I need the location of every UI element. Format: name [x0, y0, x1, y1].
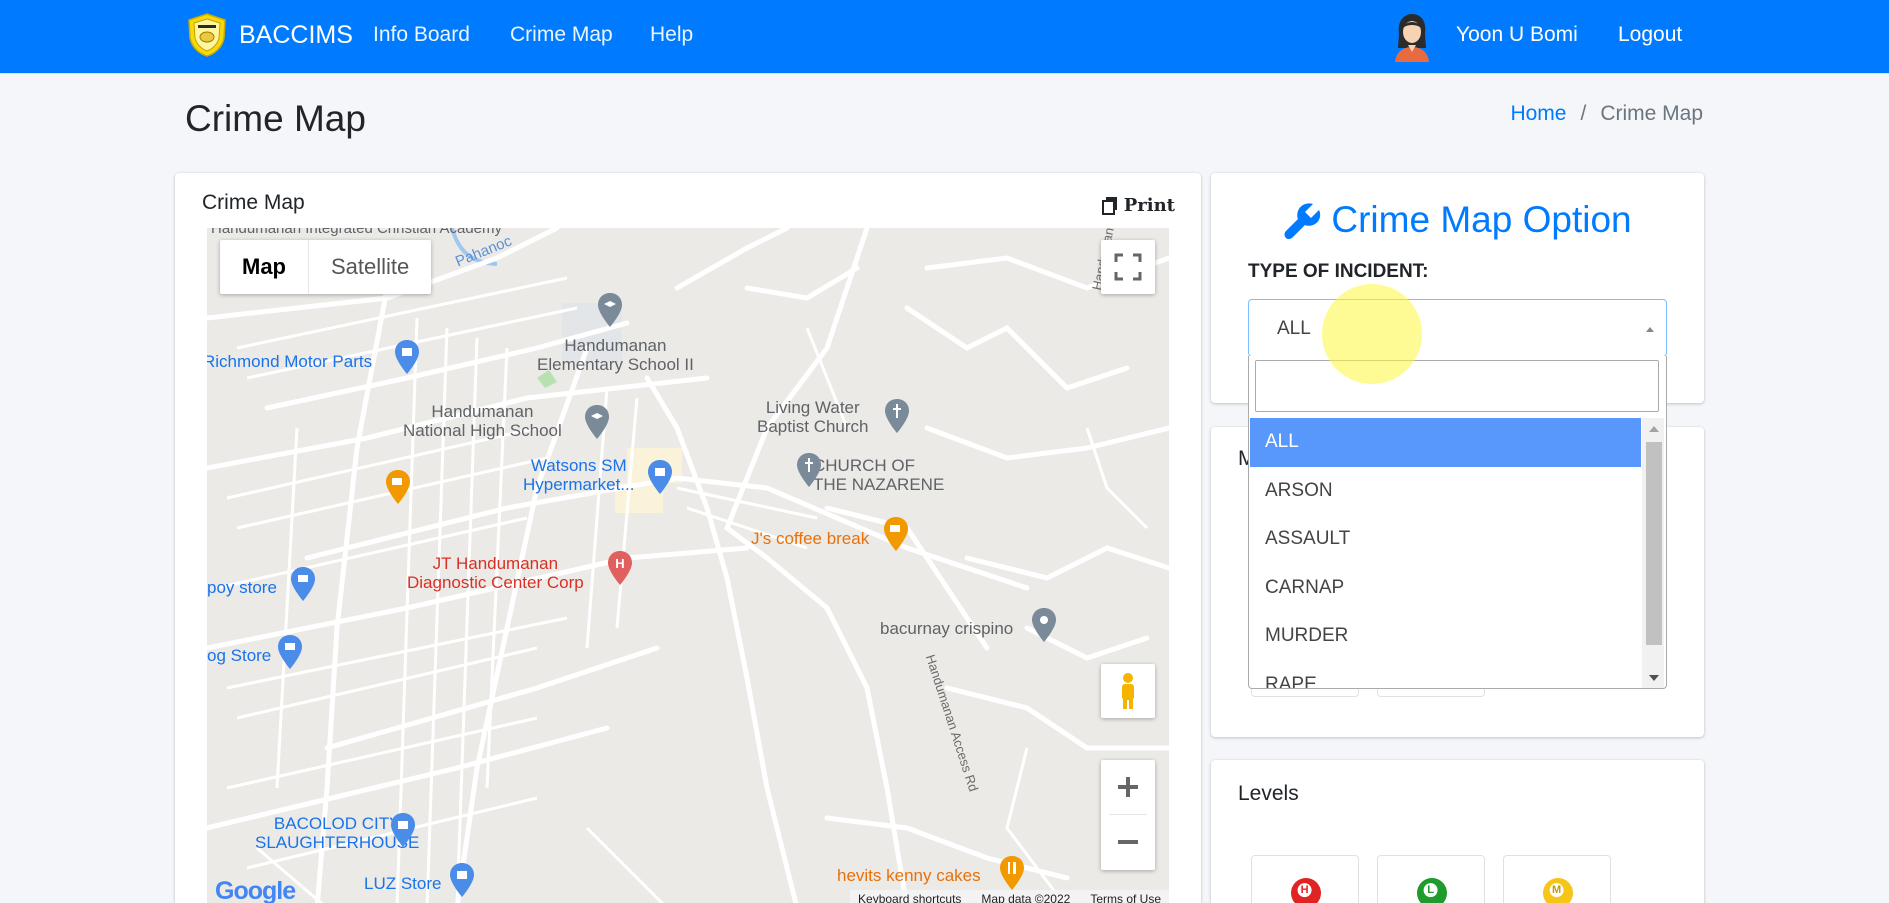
map-label-national[interactable]: Handumanan National High School	[403, 402, 562, 440]
map-roads	[207, 228, 1169, 903]
map-label-watsons[interactable]: Watsons SM Hypermarket...	[523, 456, 634, 494]
option-title-text: Crime Map Option	[1331, 199, 1632, 240]
shield-logo-icon[interactable]	[186, 12, 228, 58]
scroll-up-icon[interactable]	[1649, 426, 1659, 432]
page-title: Crime Map	[185, 98, 366, 139]
fullscreen-button[interactable]	[1101, 240, 1155, 294]
terms-link[interactable]: Terms of Use	[1090, 890, 1161, 903]
cafe-pin-icon[interactable]	[385, 470, 411, 504]
restaurant-pin-icon[interactable]	[999, 856, 1025, 890]
map-label-integrated[interactable]: Handumanan Integrated Christian Academy	[211, 228, 502, 238]
map-label-jt[interactable]: JT Handumanan Diagnostic Center Corp	[407, 554, 584, 592]
level-high-marker-icon: H	[1284, 871, 1328, 903]
shopping-pin-icon[interactable]	[449, 863, 475, 897]
keyboard-shortcuts-link[interactable]: Keyboard shortcuts	[858, 890, 961, 903]
incident-option-arson[interactable]: ARSON	[1250, 467, 1641, 516]
logout-link[interactable]: Logout	[1618, 23, 1682, 47]
church-pin-icon[interactable]	[884, 399, 910, 433]
levels-title: Levels	[1238, 782, 1299, 805]
level-low-marker-icon: L	[1410, 871, 1454, 903]
levels-card: Levels H L M	[1211, 760, 1704, 903]
brand-name[interactable]: BACCIMS	[239, 21, 353, 50]
incident-type-selected: ALL	[1277, 318, 1311, 339]
map-label-luz[interactable]: LUZ Store	[364, 874, 441, 893]
place-pin-icon[interactable]	[1031, 608, 1057, 642]
caret-up-icon	[1646, 327, 1654, 332]
shopping-cart-pin-icon[interactable]	[277, 635, 303, 669]
incident-search-input[interactable]	[1255, 360, 1659, 412]
scrollbar-thumb[interactable]	[1646, 442, 1662, 645]
incident-option-all[interactable]: ALL	[1250, 418, 1641, 467]
nav-link-crime-map[interactable]: Crime Map	[510, 23, 613, 47]
incident-option-assault[interactable]: ASSAULT	[1250, 515, 1641, 564]
map-type-map-button[interactable]: Map	[220, 240, 309, 294]
map-label-richmond[interactable]: Richmond Motor Parts	[207, 352, 372, 371]
church-pin-icon[interactable]	[796, 453, 822, 487]
print-button[interactable]: Print	[1101, 195, 1175, 216]
shopping-cart-pin-icon[interactable]	[290, 567, 316, 601]
map-label-hevits[interactable]: hevits kenny cakes	[837, 866, 981, 885]
user-name[interactable]: Yoon U Bomi	[1456, 23, 1578, 47]
pegman-icon	[1122, 673, 1134, 709]
level-medium-marker-icon: M	[1536, 871, 1580, 903]
shopping-pin-icon[interactable]	[390, 813, 416, 847]
map-label-living-water[interactable]: Living Water Baptist Church	[757, 398, 869, 436]
breadcrumb: Home / Crime Map	[1510, 102, 1703, 126]
google-logo-text: Google	[215, 877, 296, 903]
scroll-down-icon[interactable]	[1649, 675, 1659, 681]
shopping-pin-icon[interactable]	[394, 340, 420, 374]
breadcrumb-current: Crime Map	[1600, 102, 1703, 125]
map-card-title: Crime Map	[202, 191, 305, 214]
wrench-icon	[1284, 203, 1321, 240]
map-footer: Keyboard shortcuts Map data ©2022 Terms …	[850, 890, 1169, 903]
nav-link-info-board[interactable]: Info Board	[373, 23, 470, 47]
breadcrumb-home[interactable]: Home	[1510, 102, 1566, 126]
level-high-button[interactable]: H	[1251, 855, 1359, 903]
map-type-satellite-button[interactable]: Satellite	[309, 240, 431, 294]
level-medium-button[interactable]: M	[1503, 855, 1611, 903]
map-type-control: Map Satellite	[220, 240, 432, 294]
incident-option-rape[interactable]: RAPE	[1250, 661, 1641, 689]
map-label-nazarene[interactable]: CHURCH OF THE NAZARENE	[813, 456, 944, 494]
avatar[interactable]	[1393, 12, 1431, 62]
map-canvas[interactable]: Handumanan Integrated Christian Academy …	[207, 228, 1169, 903]
school-pin-icon[interactable]	[584, 405, 610, 439]
street-view-pegman[interactable]	[1101, 664, 1155, 718]
nav-link-help[interactable]: Help	[650, 23, 693, 47]
zoom-control	[1101, 760, 1155, 870]
school-pin-icon[interactable]	[597, 293, 623, 327]
breadcrumb-separator: /	[1580, 102, 1587, 125]
copy-icon	[1101, 196, 1117, 215]
navbar: BACCIMS Info Board Crime Map Help Yoon U…	[0, 0, 1889, 74]
level-low-button[interactable]: L	[1377, 855, 1485, 903]
incident-type-select[interactable]: ALL	[1248, 299, 1667, 357]
map-label-poy-store[interactable]: poy store	[207, 578, 277, 597]
incident-option-murder[interactable]: MURDER	[1250, 612, 1641, 661]
incident-type-dropdown: ALL ARSON ASSAULT CARNAP MURDER RAPE	[1248, 356, 1667, 689]
option-title: Crime Map Option	[1211, 199, 1704, 241]
incident-option-carnap[interactable]: CARNAP	[1250, 564, 1641, 613]
fullscreen-icon	[1114, 253, 1142, 281]
svg-text:H: H	[615, 556, 624, 571]
cafe-pin-icon[interactable]	[883, 517, 909, 551]
map-label-og-store[interactable]: og Store	[207, 646, 271, 665]
print-label: Print	[1123, 195, 1175, 216]
map-data-text: Map data ©2022	[981, 892, 1071, 903]
map-label-js-coffee[interactable]: J's coffee break	[751, 529, 869, 548]
google-logo[interactable]: Google	[215, 877, 296, 903]
zoom-in-icon[interactable]	[1101, 760, 1155, 814]
map-label-elementary[interactable]: Handumanan Elementary School II	[537, 336, 694, 374]
incident-option-list: ALL ARSON ASSAULT CARNAP MURDER RAPE	[1250, 418, 1641, 689]
incident-type-label: TYPE OF INCIDENT:	[1248, 261, 1429, 282]
shopping-pin-icon[interactable]	[647, 460, 673, 494]
zoom-out-icon[interactable]	[1101, 815, 1155, 869]
hospital-pin-icon[interactable]: H	[607, 551, 633, 585]
dropdown-scrollbar[interactable]	[1642, 418, 1664, 688]
map-label-bacurnay[interactable]: bacurnay crispino	[880, 619, 1013, 638]
